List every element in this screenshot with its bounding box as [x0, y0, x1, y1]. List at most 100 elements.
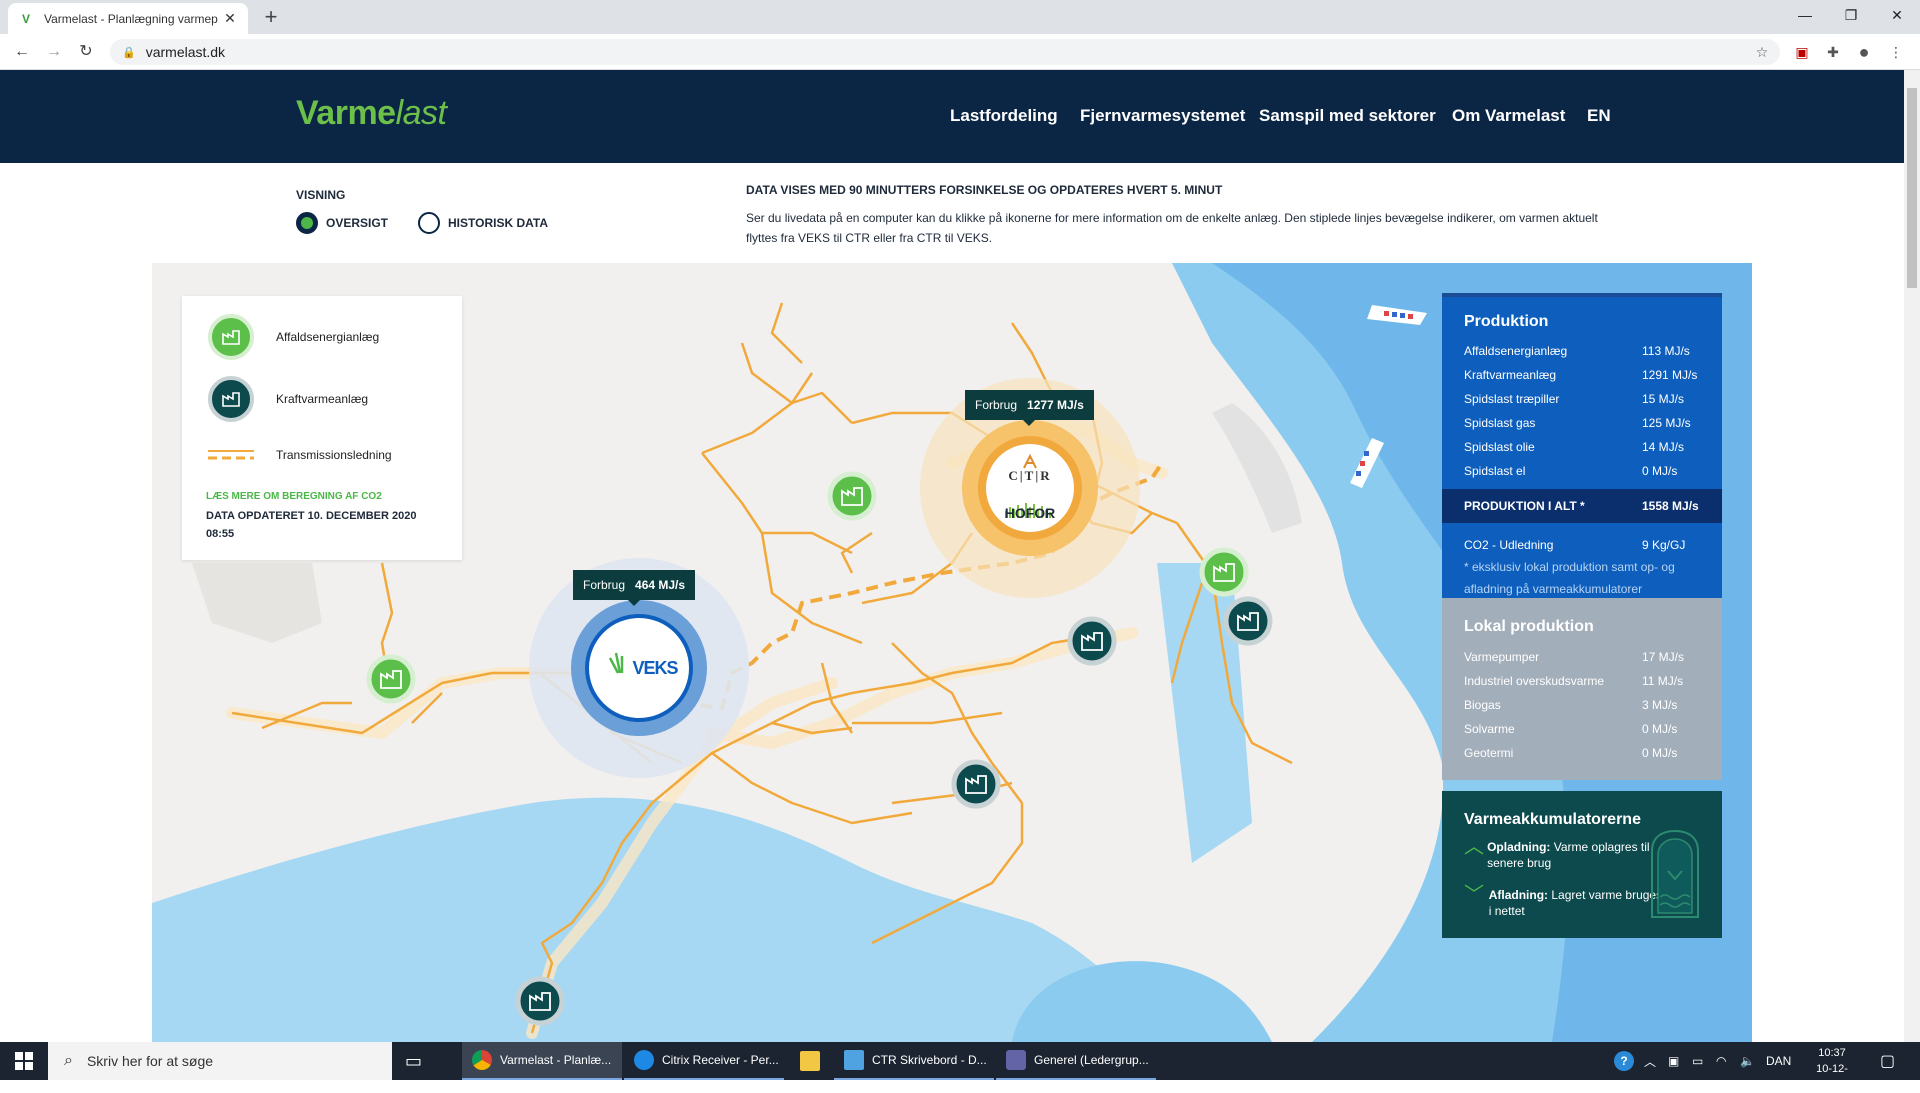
- produktion-row: Spidslast træpiller 15 MJ/s: [1464, 392, 1685, 406]
- produktion-row: Spidslast el 0 MJ/s: [1464, 464, 1678, 478]
- tooltip-label: Forbrug: [583, 578, 626, 592]
- co2-row: CO2 - Udledning 9 Kg/GJ: [1464, 538, 1686, 552]
- network-icon[interactable]: ▣: [1668, 1042, 1679, 1080]
- page-scrollbar[interactable]: [1904, 70, 1920, 1042]
- taskbar-app-chrome[interactable]: Varmelast - Planlæ...: [462, 1042, 622, 1080]
- map-legend: Affaldsenergianlæg Kraftvarmeanlæg Trans…: [182, 296, 462, 560]
- lokal-row: Geotermi 0 MJ/s: [1464, 746, 1678, 760]
- produktion-footnote: * eksklusiv lokal produktion samt op- og…: [1464, 560, 1675, 596]
- chp-plant-icon: [1067, 616, 1117, 666]
- nav-lastfordeling[interactable]: Lastfordeling: [950, 106, 1058, 126]
- legend-item-pipeline: Transmissionsledning: [208, 448, 392, 462]
- radio-historisk-data[interactable]: HISTORISK DATA: [418, 212, 548, 234]
- radio-selected-icon: [296, 212, 318, 234]
- tab-title: Varmelast - Planlægning varmep: [44, 11, 218, 26]
- lock-icon: 🔒: [122, 46, 136, 59]
- help-icon[interactable]: ?: [1614, 1042, 1634, 1080]
- extensions-icon[interactable]: ✚: [1823, 42, 1843, 62]
- taskbar-search-box[interactable]: ⌕ Skriv her for at søge: [48, 1042, 392, 1080]
- search-icon: ⌕: [64, 1052, 73, 1069]
- windows-taskbar: ⌕ Skriv her for at søge ▭ Varmelast - Pl…: [0, 1042, 1920, 1091]
- ctr-hub-label: C|T|R: [1008, 468, 1052, 483]
- lokal-row: Industriel overskudsvarme 11 MJ/s: [1464, 674, 1684, 688]
- maximize-button[interactable]: ❐: [1828, 0, 1874, 30]
- taskbar-app-explorer[interactable]: [790, 1042, 830, 1080]
- lokal-row: Varmepumper 17 MJ/s: [1464, 650, 1685, 664]
- waste-plant-icon: [827, 471, 877, 521]
- waste-plant-icon: [366, 654, 416, 704]
- volume-icon[interactable]: 🔈: [1740, 1042, 1755, 1080]
- co2-calculation-link[interactable]: LÆS MERE OM BEREGNING AF CO2: [206, 491, 382, 502]
- produktion-row: Affaldsenergianlæg 113 MJ/s: [1464, 344, 1690, 358]
- search-placeholder: Skriv her for at søge: [86, 1053, 214, 1069]
- profile-icon[interactable]: ●: [1854, 42, 1874, 62]
- lokal-row: Biogas 3 MJ/s: [1464, 698, 1678, 712]
- veks-hub-label: VEKS: [632, 658, 678, 678]
- edge-icon: [634, 1050, 654, 1070]
- url-field[interactable]: 🔒 varmelast.dk: [110, 39, 1780, 65]
- site-header: Varmelast Lastfordeling Fjernvarmesystem…: [0, 70, 1904, 163]
- wifi-icon[interactable]: ◠: [1716, 1042, 1726, 1080]
- nav-fjernvarmesystemet[interactable]: Fjernvarmesystemet: [1080, 106, 1245, 126]
- lokal-produktion-panel: Lokal produktion Varmepumper 17 MJ/s Indu…: [1442, 598, 1722, 780]
- legend-label-waste: Affaldsenergianlæg: [276, 330, 380, 344]
- varmelast-logo[interactable]: Varmelast: [296, 94, 447, 133]
- tooltip-value: 464 MJ/s: [635, 578, 686, 592]
- radio-oversigt-label: OVERSIGT: [326, 216, 389, 230]
- close-window-button[interactable]: ✕: [1874, 0, 1920, 30]
- tooltip-label: Forbrug: [975, 398, 1018, 412]
- folder-icon: [800, 1051, 820, 1071]
- logo-text-b: last: [395, 94, 447, 132]
- taskbar-app-teams[interactable]: Generel (Ledergrup...: [996, 1042, 1156, 1080]
- produktion-row: Spidslast gas 125 MJ/s: [1464, 416, 1691, 430]
- teams-icon: [1006, 1050, 1026, 1070]
- tab-close-icon[interactable]: ✕: [222, 10, 238, 27]
- taskbar-app-citrix[interactable]: Citrix Receiver - Per...: [624, 1042, 784, 1080]
- address-bar: ← → ↻ 🔒 varmelast.dk ☆ ▣ ✚ ● ⋮: [0, 34, 1920, 70]
- language-indicator[interactable]: DAN: [1766, 1042, 1791, 1080]
- ctr-consumption-tooltip: Forbrug 1277 MJ/s: [965, 390, 1094, 426]
- back-icon[interactable]: ←: [10, 41, 34, 63]
- pdf-extension-icon[interactable]: ▣: [1792, 42, 1812, 62]
- nav-samspil-med-sektorer[interactable]: Samspil med sektorer: [1259, 106, 1436, 126]
- remote-desktop-icon: [844, 1050, 864, 1070]
- battery-icon[interactable]: ▭: [1692, 1042, 1703, 1080]
- new-tab-button[interactable]: +: [258, 4, 284, 30]
- nav-language-en[interactable]: EN: [1587, 106, 1611, 126]
- chp-plant-icon: [951, 759, 1001, 809]
- bookmark-star-icon[interactable]: ☆: [1752, 42, 1772, 62]
- info-title: DATA VISES MED 90 MINUTTERS FORSINKELSE …: [746, 183, 1223, 197]
- browser-tab[interactable]: V Varmelast - Planlægning varmep ✕: [8, 3, 248, 34]
- clock-time: 10:37: [1818, 1047, 1846, 1059]
- reload-icon[interactable]: ↻: [74, 41, 98, 63]
- legend-item-waste: Affaldsenergianlæg: [208, 314, 379, 360]
- chp-plant-icon: [1223, 596, 1273, 646]
- akku-title: Varmeakkumulatorerne: [1464, 811, 1641, 828]
- minimize-button[interactable]: —: [1782, 0, 1828, 30]
- chrome-icon: [472, 1050, 492, 1070]
- notifications-icon[interactable]: ▢: [1880, 1042, 1895, 1080]
- pipeline-line-icon: [208, 448, 254, 462]
- windows-start-icon[interactable]: [0, 1042, 48, 1080]
- scrollbar-thumb[interactable]: [1907, 88, 1917, 288]
- tooltip-value: 1277 MJ/s: [1027, 398, 1084, 412]
- tray-chevron-up-icon[interactable]: ︿: [1644, 1042, 1656, 1080]
- favicon-icon: V: [21, 11, 30, 26]
- info-text: Ser du livedata på en computer kan du kl…: [746, 211, 1598, 245]
- nav-om-varmelast[interactable]: Om Varmelast: [1452, 106, 1565, 126]
- menu-icon[interactable]: ⋮: [1886, 42, 1906, 62]
- produktion-row: Kraftvarmeanlæg 1291 MJ/s: [1464, 368, 1698, 382]
- afladning-row: ﹀ Afladning: Lagret varme bruges i nette…: [1464, 884, 1663, 918]
- chp-plant-icon: [208, 376, 254, 422]
- lokal-title: Lokal produktion: [1464, 618, 1594, 635]
- browser-tab-bar: V Varmelast - Planlægning varmep ✕ + — ❐…: [0, 0, 1920, 34]
- waste-plant-icon: [208, 314, 254, 360]
- hofor-hub-label: HOFOR: [1004, 505, 1056, 521]
- radio-oversigt[interactable]: OVERSIGT: [296, 212, 388, 234]
- taskbar-app-ctr[interactable]: CTR Skrivebord - D...: [834, 1042, 994, 1080]
- taskbar-clock[interactable]: 10:37 10-12-2020: [1804, 1045, 1860, 1093]
- task-view-icon[interactable]: ▭: [405, 1051, 422, 1072]
- chevron-down-icon: ﹀: [1464, 884, 1484, 906]
- produktion-panel: Produktion Affaldsenergianlæg 113 MJ/s Kr…: [1442, 293, 1722, 598]
- forward-icon[interactable]: →: [42, 41, 66, 63]
